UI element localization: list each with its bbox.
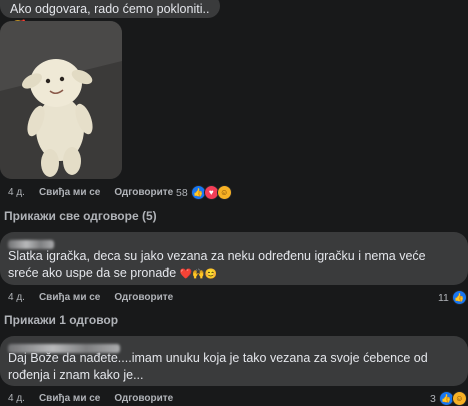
comment-author[interactable] (8, 340, 460, 353)
view-all-replies-link[interactable]: Прикажи све одговоре (5) (4, 209, 157, 223)
blurred-author-name (8, 240, 54, 249)
comment-text: Daj Bože da nađete....imam unuku koja je… (8, 351, 428, 382)
comment-time[interactable]: 4 д. (8, 393, 25, 404)
like-button[interactable]: Свиђа ми се (39, 187, 100, 198)
reaction-count: 58 (176, 186, 188, 199)
reply-button[interactable]: Одговорите (114, 187, 173, 198)
reaction-summary[interactable]: 3 👍 ☺ (430, 391, 467, 406)
view-one-reply-link[interactable]: Прикажи 1 одговор (4, 313, 118, 327)
comment-actions: 4 д. Свиђа ми се Одговорите (8, 393, 173, 404)
comment-actions: 4 д. Свиђа ми се Одговорите (8, 292, 173, 303)
comment-photo[interactable] (0, 21, 122, 179)
reaction-count: 11 (438, 291, 449, 304)
like-button[interactable]: Свиђа ми се (39, 393, 100, 404)
reaction-summary[interactable]: 58 👍 ♥ ☺ (176, 185, 232, 200)
comment-text: Slatka igračka, deca su jako vezana za n… (8, 249, 426, 280)
care-reaction-icon: ☺ (216, 185, 232, 200)
plush-toy-image (0, 21, 122, 179)
comment-author[interactable] (8, 236, 460, 249)
comment-time[interactable]: 4 д. (8, 292, 25, 303)
comment-actions: 4 д. Свиђа ми се Одговорите (8, 187, 173, 198)
blurred-author-name (8, 344, 120, 353)
reply-button[interactable]: Одговорите (114, 292, 173, 303)
emoji-reactions-inline: ❤️🙌😊 (179, 269, 218, 280)
like-reaction-icon: 👍 (451, 290, 467, 305)
comment-bubble: Daj Bože da nađete....imam unuku koja je… (0, 336, 468, 386)
care-reaction-icon: ☺ (451, 391, 467, 406)
like-button[interactable]: Свиђа ми се (39, 292, 100, 303)
comment-bubble: Ako odgovara, rado ćemo pokloniti..🥰 (0, 0, 220, 34)
reply-button[interactable]: Одговорите (114, 393, 173, 404)
comment-bubble: Slatka igračka, deca su jako vezana za n… (0, 232, 468, 285)
comment-time[interactable]: 4 д. (8, 187, 25, 198)
reaction-summary[interactable]: 11 👍 (438, 290, 467, 305)
